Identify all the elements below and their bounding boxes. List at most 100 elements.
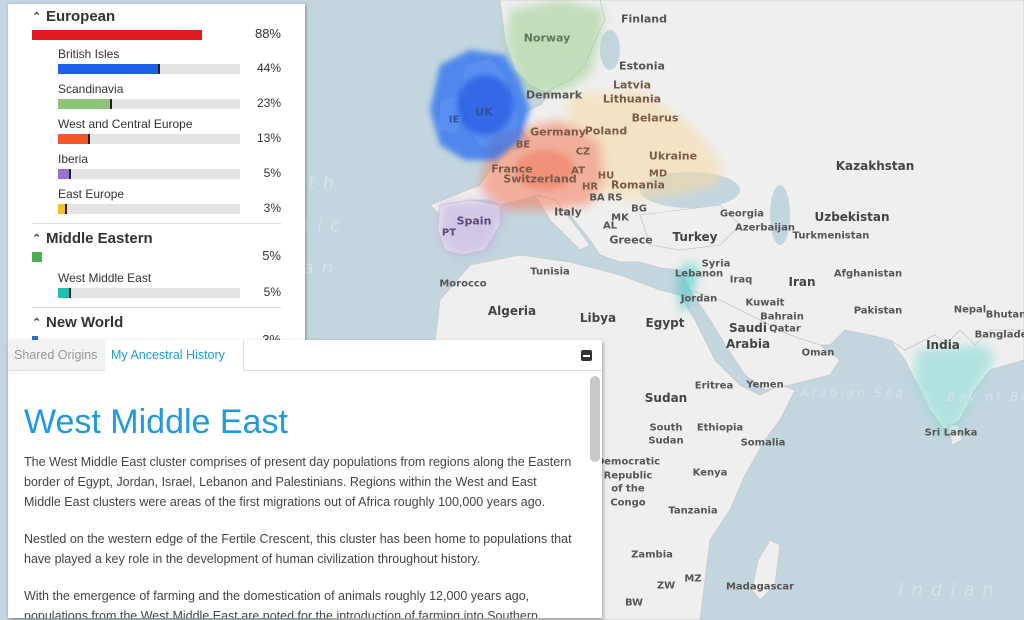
group-header-middle-eastern[interactable]: ⌃ Middle Eastern: [32, 226, 281, 250]
subregion-percent: 5%: [263, 285, 281, 299]
map-label-kenya: Kenya: [692, 467, 728, 479]
map-label-madagascar: Madagascar: [725, 581, 795, 593]
map-label-atlantic-2: tic: [302, 215, 348, 237]
map-label-pt: PT: [441, 227, 457, 239]
map-label-nepal: Nepal: [953, 304, 987, 316]
map-label-sri-lanka: Sri Lanka: [924, 427, 978, 439]
map-label-al: AL: [602, 220, 618, 232]
subregion-bar-track: [58, 169, 240, 179]
map-label-jordan: Jordan: [680, 293, 718, 305]
group-label: European: [46, 7, 116, 25]
chevron-up-icon[interactable]: ⌃: [32, 10, 46, 23]
subregion-west-central-europe[interactable]: West and Central Europe 13%: [58, 116, 281, 151]
subregion-percent: 5%: [263, 166, 281, 180]
map-label-georgia: Georgia: [719, 208, 765, 220]
map-label-ie: IE: [448, 114, 460, 126]
scrollbar[interactable]: [590, 374, 600, 618]
map-label-morocco: Morocco: [439, 278, 487, 290]
map-label-azerbaijan: Azerbaijan: [735, 222, 795, 234]
ancestral-history-panel: Shared Origins My Ancestral History West…: [8, 340, 602, 618]
map-label-indian-ocean: Indian: [898, 579, 1002, 601]
divider: [32, 307, 281, 308]
map-label-somalia: Somalia: [740, 437, 786, 449]
map-label-ethiopia: Ethiopia: [696, 422, 744, 434]
map-label-spain: Spain: [456, 214, 492, 228]
description-paragraph: Nestled on the western edge of the Ferti…: [24, 532, 572, 566]
map-label-bg: BG: [631, 203, 647, 215]
map-label-yemen: Yemen: [746, 379, 784, 391]
subregion-bar-fill: [58, 64, 158, 74]
chevron-up-icon[interactable]: ⌃: [32, 232, 46, 245]
map-label-tunisia: Tunisia: [530, 266, 570, 278]
map-label-mz: MZ: [684, 573, 702, 585]
subregion-west-middle-east[interactable]: West Middle East 5%: [58, 270, 281, 305]
map-label-iraq: Iraq: [729, 274, 753, 286]
subregion-bar-marker: [69, 288, 71, 298]
map-label-bw: BW: [624, 597, 644, 609]
subregion-scandinavia[interactable]: Scandinavia 23%: [58, 81, 281, 116]
subregion-bar-fill: [58, 99, 110, 109]
group-european: ⌃ European 88% British Isles 44% Scandin…: [32, 4, 281, 224]
map-label-cz: CZ: [575, 146, 591, 158]
subregion-iberia[interactable]: Iberia 5%: [58, 151, 281, 186]
map-label-eritrea: Eritrea: [694, 380, 734, 392]
map-label-estonia: Estonia: [619, 59, 665, 73]
description-paragraph: The West Middle East cluster comprises o…: [24, 455, 572, 509]
map-label-uk: UK: [475, 105, 493, 119]
map-label-zambia: Zambia: [631, 549, 673, 561]
map-label-ba: BA: [589, 192, 605, 204]
map-label-uzbekistan: Uzbekistan: [814, 210, 890, 224]
tab-my-ancestral-history[interactable]: My Ancestral History: [105, 340, 244, 371]
map-label-hr: HR: [581, 181, 599, 193]
subregion-label: Iberia: [58, 152, 89, 166]
subregion-percent: 44%: [256, 61, 281, 75]
map-label-denmark: Denmark: [525, 88, 583, 102]
subregion-percent: 3%: [263, 201, 281, 215]
subregion-percent: 13%: [256, 131, 281, 145]
map-label-libya: Libya: [579, 311, 617, 325]
tab-shared-origins[interactable]: Shared Origins: [8, 340, 110, 370]
group-percent: 5%: [262, 248, 281, 263]
map-label-drc-2: Republic: [603, 470, 653, 482]
subregion-label: West and Central Europe: [58, 117, 193, 131]
scrollbar-thumb[interactable]: [590, 376, 600, 462]
map-label-italy: Italy: [554, 205, 582, 219]
map-label-egypt: Egypt: [645, 316, 685, 330]
group-middle-eastern: ⌃ Middle Eastern 5% West Middle East 5%: [32, 226, 281, 308]
subregion-british-isles[interactable]: British Isles 44%: [58, 46, 281, 81]
ancestry-composition-panel: ⌃ European 88% British Isles 44% Scandin…: [8, 4, 305, 340]
group-label: New World: [46, 313, 124, 331]
group-label: Middle Eastern: [46, 229, 153, 247]
subregion-bar-marker: [69, 169, 71, 179]
map-label-belarus: Belarus: [631, 111, 679, 125]
map-label-turkey: Turkey: [672, 230, 718, 244]
map-label-romania: Romania: [611, 178, 665, 192]
map-label-rs: RS: [607, 192, 623, 204]
tab-bar: Shared Origins My Ancestral History: [8, 340, 602, 371]
map-label-algeria: Algeria: [487, 304, 537, 318]
map-label-ukraine: Ukraine: [648, 149, 698, 163]
map-label-latvia: Latvia: [612, 78, 652, 92]
description-paragraph: With the emergence of farming and the do…: [24, 589, 538, 618]
group-new-world: ⌃ New World 3%: [32, 310, 281, 340]
map-label-arabian-sea: Arabian Sea: [800, 386, 906, 400]
map-label-bay-of-bengal: Bay of Beng: [947, 390, 1024, 404]
divider: [32, 223, 281, 224]
map-label-arabia: Arabia: [725, 337, 771, 351]
subregion-bar-marker: [110, 99, 112, 109]
group-percent: 88%: [254, 26, 281, 41]
group-percent: 3%: [262, 332, 281, 340]
map-label-india: India: [926, 338, 960, 352]
subregion-label: British Isles: [58, 47, 120, 61]
group-header-new-world[interactable]: ⌃ New World: [32, 310, 281, 334]
subregion-east-europe[interactable]: East Europe 3%: [58, 186, 281, 221]
map-label-south-sudan-2: Sudan: [648, 435, 684, 447]
map-label-turkmenistan: Turkmenistan: [792, 230, 870, 242]
group-header-european[interactable]: ⌃ European: [32, 4, 281, 28]
map-label-kuwait: Kuwait: [745, 297, 785, 309]
subregion-label: East Europe: [58, 187, 125, 201]
map-label-lithuania: Lithuania: [602, 92, 662, 106]
map-label-qatar: Qatar: [769, 323, 801, 335]
chevron-up-icon[interactable]: ⌃: [32, 316, 46, 329]
minimize-icon[interactable]: [581, 350, 592, 361]
